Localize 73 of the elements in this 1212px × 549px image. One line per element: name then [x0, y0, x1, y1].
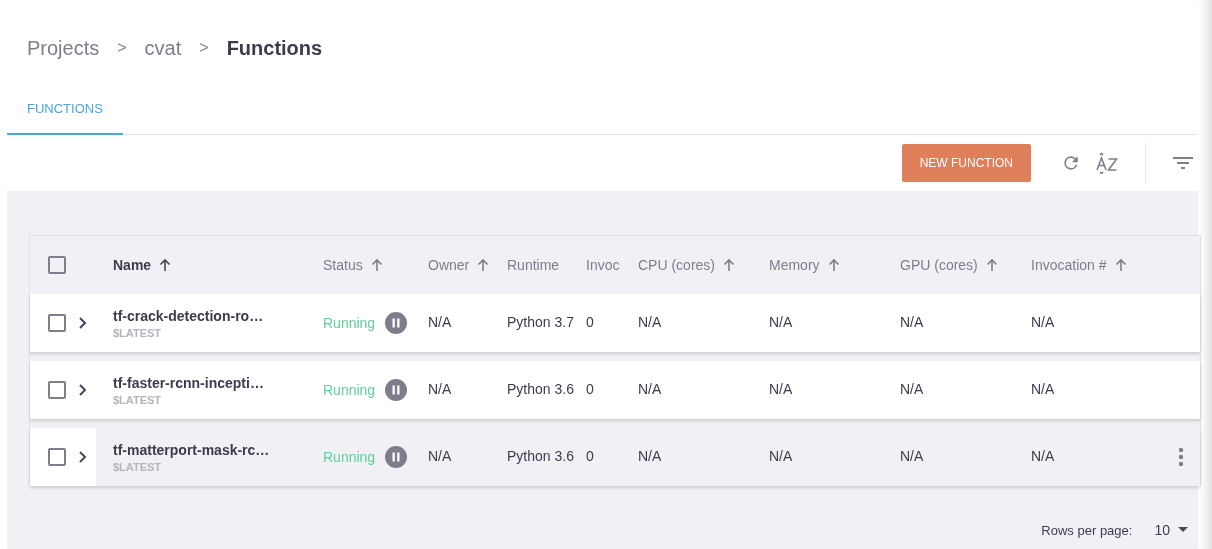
chevron-icon[interactable] [78, 316, 87, 330]
rows-per-page-label: Rows per page: [1041, 522, 1133, 538]
function-name[interactable]: tf-crack-detection-ro… [113, 307, 323, 324]
table-cell-text: N/A [900, 447, 925, 467]
breadcrumb-separator: > [199, 39, 209, 57]
table-row[interactable]: tf-matterport-mask-rc… $LATEST Running N/A Python 3.6 0 N/A N/A N/A N/A [30, 428, 1200, 486]
checkbox[interactable] [48, 314, 66, 332]
table-cell-text: Python 3.7 [507, 313, 575, 333]
checkbox[interactable] [48, 381, 66, 399]
column-header[interactable]: Memory [769, 257, 900, 273]
status-text: Running [323, 315, 376, 331]
chevron-icon[interactable] [78, 383, 87, 397]
breadcrumb-item[interactable]: Projects [27, 36, 100, 60]
sort-arrow-icon[interactable] [159, 258, 172, 272]
table-cell-text: N/A [1031, 447, 1056, 467]
table-cell-text: N/A [769, 313, 794, 333]
column-header[interactable]: Runtime [507, 257, 586, 273]
pause-icon[interactable] [385, 312, 408, 334]
sort-arrow-icon[interactable] [827, 258, 840, 272]
checkbox[interactable] [48, 256, 66, 274]
refresh-icon[interactable] [1061, 153, 1081, 173]
table-cell-text: N/A [900, 313, 925, 333]
version-tag: $LATEST [113, 460, 323, 473]
checkbox[interactable] [48, 448, 66, 466]
table-cell-text: Python 3.6 [507, 380, 575, 400]
table-cell-text: N/A [428, 313, 453, 333]
table-row[interactable]: tf-faster-rcnn-incepti… $LATEST Running N/A Python 3.6 0 N/A N/A N/A N/A [30, 361, 1200, 419]
column-header[interactable]: CPU (cores) [638, 257, 769, 273]
table-cell-text: N/A [638, 447, 663, 467]
column-header[interactable]: Owner [428, 257, 507, 273]
breadcrumb-item: Functions [226, 36, 323, 60]
sort-arrow-icon[interactable] [477, 258, 490, 272]
tab[interactable]: FUNCTIONS [7, 92, 123, 135]
column-header[interactable]: Invoc [586, 257, 638, 273]
table-cell-text: N/A [1031, 380, 1056, 400]
column-header[interactable]: Name [113, 257, 323, 273]
table-cell-text: N/A [638, 313, 663, 333]
breadcrumb-separator: > [117, 39, 127, 57]
table-cell-text: 0 [586, 380, 595, 400]
new-function-button[interactable]: NEW FUNCTION [901, 144, 1031, 182]
table-cell-text: 0 [586, 447, 595, 467]
sort-alphabetical-icon[interactable] [1095, 152, 1119, 174]
version-tag: $LATEST [113, 326, 323, 339]
column-header[interactable]: Invocation # [1031, 257, 1162, 273]
dropdown-caret-icon[interactable] [1178, 527, 1188, 533]
table-cell-text: Python 3.6 [507, 447, 575, 467]
table-cell-text: N/A [428, 447, 453, 467]
more-options-icon[interactable] [1178, 447, 1184, 467]
table-cell-text: N/A [1031, 313, 1056, 333]
table-row[interactable]: tf-crack-detection-ro… $LATEST Running N/A Python 3.7 0 N/A N/A N/A N/A [30, 294, 1200, 352]
sort-arrow-icon[interactable] [723, 258, 735, 272]
table-cell-text: N/A [769, 380, 794, 400]
sort-arrow-icon[interactable] [1114, 258, 1127, 272]
table-cell-text: 0 [586, 313, 595, 333]
sort-arrow-icon[interactable] [370, 258, 383, 272]
column-header[interactable]: Status [323, 257, 428, 273]
status-text: Running [323, 382, 376, 398]
table-cell-text: N/A [769, 447, 794, 467]
chevron-icon[interactable] [78, 450, 87, 464]
column-header[interactable]: GPU (cores) [900, 257, 1031, 273]
rows-per-page-select[interactable]: 10 [1154, 522, 1188, 538]
function-name[interactable]: tf-faster-rcnn-incepti… [113, 374, 323, 391]
table-cell-text: N/A [428, 380, 453, 400]
breadcrumb-item[interactable]: cvat [144, 36, 182, 60]
status-text: Running [323, 449, 376, 465]
sort-arrow-icon[interactable] [985, 258, 998, 272]
pause-icon[interactable] [385, 379, 408, 401]
function-name[interactable]: tf-matterport-mask-rc… [113, 441, 323, 458]
table-cell-text: N/A [900, 380, 925, 400]
table-cell-text: N/A [638, 380, 663, 400]
version-tag: $LATEST [113, 393, 323, 406]
pause-icon[interactable] [385, 446, 408, 468]
filter-icon[interactable] [1172, 156, 1194, 170]
